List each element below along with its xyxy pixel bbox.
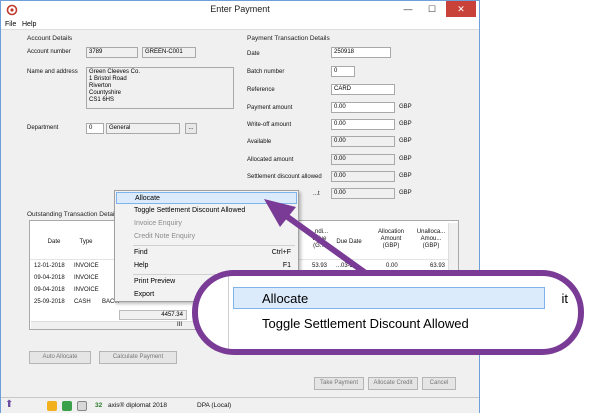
row-date: 09-04-2018 bbox=[34, 275, 65, 281]
account-details-heading: Account Details bbox=[27, 35, 73, 42]
maximize-button[interactable]: ☐ bbox=[421, 1, 443, 17]
department-number-field[interactable]: 0 bbox=[86, 123, 104, 134]
payment-amount-field[interactable]: 0.00 bbox=[331, 102, 395, 113]
row-type: INVOICE bbox=[74, 263, 99, 269]
settlement-field: 0.00 bbox=[331, 171, 395, 182]
payment-details-heading: Payment Transaction Details bbox=[247, 35, 330, 42]
row-due: ...03-2... bbox=[336, 263, 359, 269]
available-field: 0.00 bbox=[331, 136, 395, 147]
refresh-icon[interactable] bbox=[47, 401, 57, 411]
menu-file[interactable]: File bbox=[5, 19, 16, 30]
currency-label: GBP bbox=[399, 138, 412, 144]
address-line: Countyshire bbox=[89, 90, 122, 96]
row-unalloc: 63.93 bbox=[430, 263, 446, 269]
sync-icon[interactable] bbox=[62, 401, 72, 411]
writeoff-field[interactable]: 0.00 bbox=[331, 119, 395, 130]
row-date: 25-09-2018 bbox=[34, 299, 65, 305]
menu-help-label: Help bbox=[134, 262, 149, 269]
status-product: axis® diplomat 2018 bbox=[108, 402, 167, 409]
row-value: 53.93 bbox=[312, 263, 328, 269]
status-arrow-icon: ⬆ bbox=[5, 399, 14, 410]
menu-allocate[interactable]: Allocate bbox=[116, 192, 297, 204]
payment-amount-label: Payment amount bbox=[247, 105, 293, 111]
col-due-date[interactable]: Due Date bbox=[332, 239, 366, 246]
allocated-label: Allocated amount bbox=[247, 157, 294, 163]
callout-separator bbox=[228, 276, 229, 349]
address-line: 1 Bristol Road bbox=[89, 76, 127, 82]
menu-toggle-settlement[interactable]: Toggle Settlement Discount Allowed bbox=[116, 205, 297, 217]
currency-label: GBP bbox=[399, 173, 412, 179]
title-bar: Enter Payment — ☐ ✕ bbox=[1, 1, 479, 19]
col-allocation-amount[interactable]: Allocation Amount (GBP) bbox=[370, 229, 412, 250]
name-address-label: Name and address bbox=[27, 69, 78, 75]
batch-label: Batch number bbox=[247, 69, 285, 75]
outstanding-heading: Outstanding Transaction Detai... bbox=[27, 211, 120, 218]
currency-label: GBP bbox=[399, 190, 412, 196]
menu-invoice-enquiry: Invoice Enquiry bbox=[134, 220, 182, 227]
callout-allocate-label: Allocate bbox=[262, 291, 309, 306]
menu-find-label: Find bbox=[134, 249, 148, 256]
currency-label: GBP bbox=[399, 104, 412, 110]
status-mode: DPA (Local) bbox=[197, 402, 232, 409]
date-field[interactable]: 250918 bbox=[331, 47, 391, 58]
scroll-thumb-grip: III bbox=[177, 322, 183, 328]
date-label: Date bbox=[247, 51, 260, 57]
partial-label: ...t bbox=[313, 191, 320, 197]
account-number-field[interactable]: 3789 bbox=[86, 47, 138, 58]
total-field: 4457.34 bbox=[119, 310, 187, 320]
reference-label: Reference bbox=[247, 87, 275, 93]
status-bar: ⬆ 32 axis® diplomat 2018 DPA (Local) bbox=[1, 397, 479, 413]
allocated-field: 0.00 bbox=[331, 154, 395, 165]
menu-find-shortcut: Ctrl+F bbox=[271, 249, 291, 256]
calculate-payment-button[interactable]: Calculate Payment bbox=[99, 351, 177, 364]
row-date: 09-04-2018 bbox=[34, 287, 65, 293]
menu-bar: File Help bbox=[1, 19, 479, 30]
account-number-label: Account number bbox=[27, 49, 71, 55]
menu-separator bbox=[133, 245, 295, 246]
auto-allocate-button[interactable]: Auto Allocate bbox=[29, 351, 91, 364]
department-browse-button[interactable]: ... bbox=[185, 123, 197, 134]
writeoff-label: Write-off amount bbox=[247, 122, 292, 128]
zoom-callout: Allocate Toggle Settlement Discount Allo… bbox=[192, 270, 584, 355]
address-line: CS1 6HS bbox=[89, 97, 115, 103]
allocate-credit-button[interactable]: Allocate Credit bbox=[368, 377, 418, 390]
cancel-button[interactable]: Cancel bbox=[422, 377, 456, 390]
currency-label: GBP bbox=[399, 156, 412, 162]
minimize-button[interactable]: — bbox=[397, 1, 419, 17]
col-unallocated[interactable]: Unalloca... Amou... (GBP) bbox=[414, 229, 448, 250]
settlement-label: Settlement discount allowed bbox=[247, 174, 322, 180]
menu-help[interactable]: Help bbox=[22, 19, 36, 30]
callout-toggle-label: Toggle Settlement Discount Allowed bbox=[262, 316, 469, 331]
available-label: Available bbox=[247, 139, 272, 145]
row-date: 12-01-2018 bbox=[34, 263, 65, 269]
col-outstanding-value[interactable]: ...ndi... Value (G... bbox=[308, 229, 330, 250]
department-name-field[interactable]: General bbox=[106, 123, 180, 134]
close-button[interactable]: ✕ bbox=[446, 1, 476, 17]
row-type: INVOICE bbox=[74, 275, 99, 281]
row-alloc: 0.00 bbox=[386, 263, 398, 269]
batch-field[interactable]: 0 bbox=[331, 66, 355, 77]
address-line: Riverton bbox=[89, 83, 112, 89]
col-date[interactable]: Date bbox=[36, 239, 72, 246]
partial-field: 0.00 bbox=[331, 188, 395, 199]
department-label: Department bbox=[27, 125, 59, 131]
row-type: CASH bbox=[74, 299, 91, 305]
address-line: Green Cleeves Co. bbox=[89, 69, 141, 75]
status-count: 32 bbox=[95, 402, 103, 409]
take-payment-button[interactable]: Take Payment bbox=[314, 377, 364, 390]
reference-field[interactable]: CARD bbox=[331, 84, 395, 95]
col-type[interactable]: Type bbox=[74, 239, 98, 246]
menu-find[interactable]: Find Ctrl+F bbox=[116, 247, 297, 259]
row-type: INVOICE bbox=[74, 287, 99, 293]
account-ref-field[interactable]: GREEN-C001 bbox=[142, 47, 196, 58]
menu-credit-note-enquiry: Credit Note Enquiry bbox=[134, 233, 196, 240]
callout-fragment: it bbox=[561, 291, 569, 306]
checklist-icon[interactable] bbox=[77, 401, 87, 411]
address-box: Green Cleeves Co. 1 Bristol Road Riverto… bbox=[86, 67, 234, 109]
currency-label: GBP bbox=[399, 121, 412, 127]
